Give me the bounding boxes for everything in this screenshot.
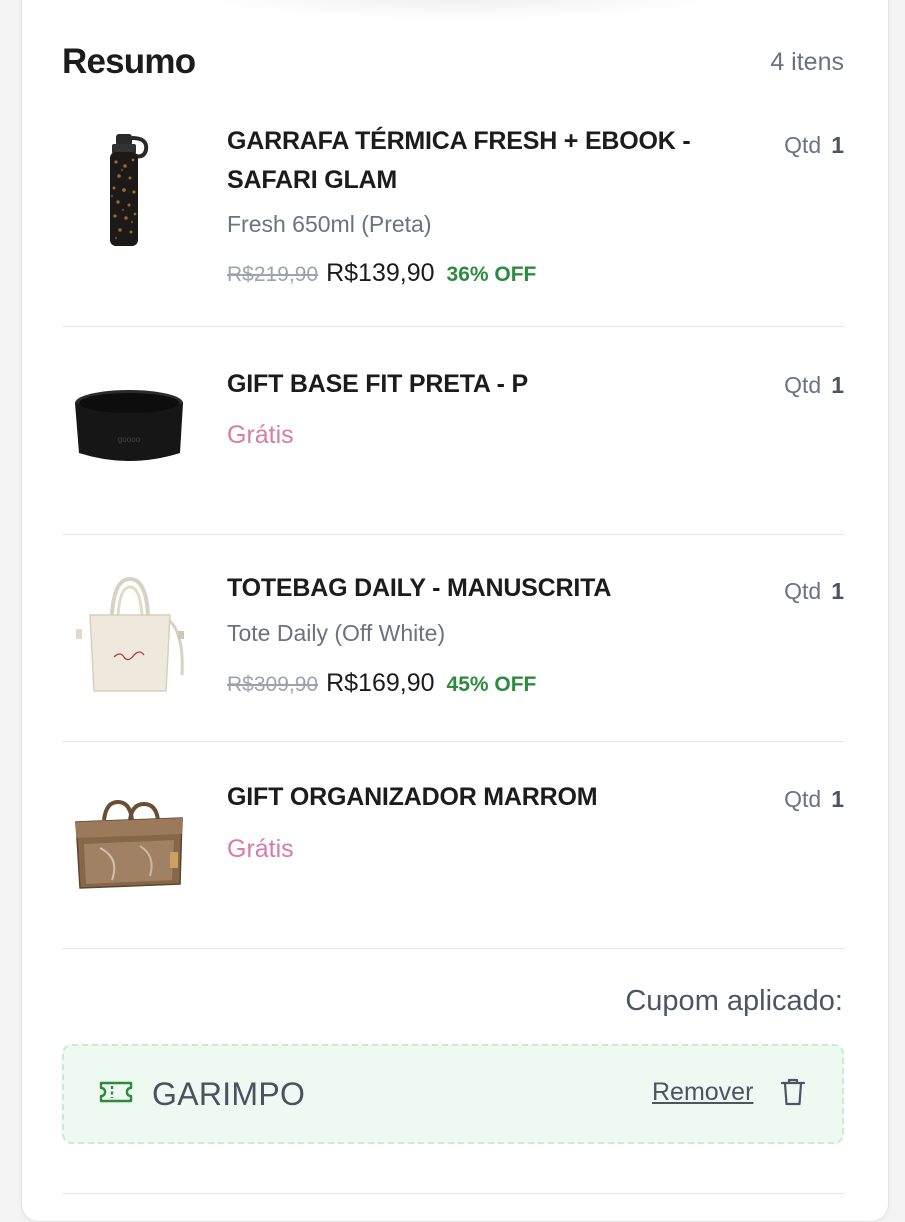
- item-count: 4 itens: [770, 48, 844, 76]
- old-price: R$219,90: [227, 263, 319, 286]
- totebag-image: [76, 576, 184, 692]
- remove-coupon-link[interactable]: Remover: [652, 1078, 753, 1107]
- trash-icon[interactable]: [780, 1077, 806, 1107]
- item-variant: Fresh 650ml (Preta): [227, 211, 432, 237]
- old-price: R$309,90: [227, 673, 319, 696]
- item-variant: Tote Daily (Off White): [227, 620, 446, 646]
- ticket-icon: [99, 1081, 133, 1103]
- qty-label: Qtd: [784, 578, 822, 604]
- cart-item: TOTEBAG DAILY - MANUSCRITA Qtd 1 Tote Dai…: [62, 535, 844, 742]
- summary-title: Resumo: [62, 42, 196, 81]
- base-image: goooo: [75, 390, 183, 461]
- item-quantity: Qtd 1: [784, 372, 844, 399]
- item-name: GARRAFA TÉRMICA FRESH + EBOOK - SAFARI G…: [227, 122, 747, 200]
- coupon-code: GARIMPO: [152, 1076, 306, 1112]
- bottle-image: [110, 134, 149, 246]
- item-name-line: SAFARI GLAM: [227, 166, 398, 194]
- item-name: GIFT BASE FIT PRETA - P: [227, 370, 528, 398]
- item-prices: R$219,90 R$139,90 36% OFF: [227, 259, 536, 288]
- summary-header: Resumo 4 itens: [62, 40, 844, 90]
- applied-coupon: GARIMPO Remover: [62, 1044, 844, 1144]
- qty-label: Qtd: [784, 372, 822, 398]
- cart-item: GARRAFA TÉRMICA FRESH + EBOOK - SAFARI G…: [62, 118, 844, 327]
- top-shadow: [190, 0, 730, 20]
- item-name: TOTEBAG DAILY - MANUSCRITA: [227, 574, 612, 602]
- divider: [62, 1193, 844, 1194]
- free-label: Grátis: [227, 835, 294, 863]
- coupon-applied-label: Cupom aplicado:: [625, 985, 843, 1017]
- item-name: GIFT ORGANIZADOR MARROM: [227, 783, 598, 811]
- item-quantity: Qtd 1: [784, 132, 844, 159]
- cart-item: goooo GIFT BASE FIT PRETA - P Qtd 1 Gráti…: [62, 327, 844, 535]
- qty-label: Qtd: [784, 132, 822, 158]
- discount-badge: 36% OFF: [446, 263, 537, 286]
- item-prices: R$309,90 R$169,90 45% OFF: [227, 669, 536, 698]
- current-price: R$169,90: [326, 669, 435, 697]
- qty-label: Qtd: [784, 786, 822, 812]
- qty-value: 1: [831, 578, 844, 604]
- qty-value: 1: [831, 786, 844, 812]
- free-label: Grátis: [227, 421, 294, 449]
- item-quantity: Qtd 1: [784, 786, 844, 813]
- item-name-line: GARRAFA TÉRMICA FRESH + EBOOK -: [227, 127, 691, 155]
- qty-value: 1: [831, 132, 844, 158]
- current-price: R$139,90: [326, 259, 435, 287]
- organizer-image: [75, 800, 183, 889]
- cart-item: GIFT ORGANIZADOR MARROM Qtd 1 Grátis: [62, 742, 844, 949]
- discount-badge: 45% OFF: [446, 673, 537, 696]
- svg-text:goooo: goooo: [118, 435, 141, 444]
- item-quantity: Qtd 1: [784, 578, 844, 605]
- qty-value: 1: [831, 372, 844, 398]
